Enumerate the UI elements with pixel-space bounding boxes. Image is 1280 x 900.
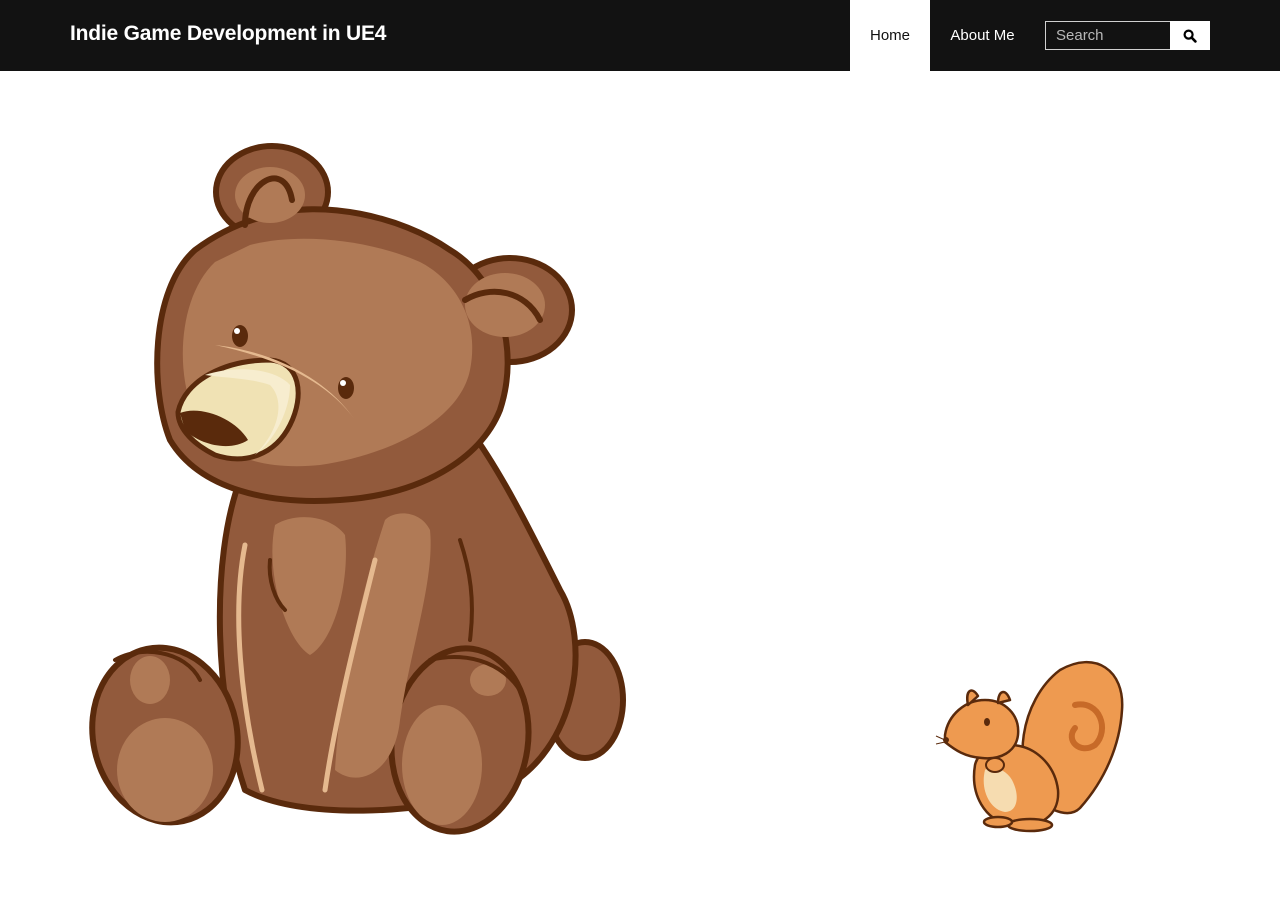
search-button[interactable] (1170, 21, 1210, 50)
site-header: Indie Game Development in UE4 Home About… (0, 0, 1280, 71)
nav-item-about-me[interactable]: About Me (930, 0, 1035, 71)
search-icon (1183, 28, 1197, 43)
squirrel-illustration (935, 660, 1124, 833)
bear-illustration (89, 143, 626, 835)
nav-item-home[interactable]: Home (850, 0, 930, 71)
site-title[interactable]: Indie Game Development in UE4 (70, 20, 386, 48)
search-input[interactable] (1045, 21, 1171, 50)
